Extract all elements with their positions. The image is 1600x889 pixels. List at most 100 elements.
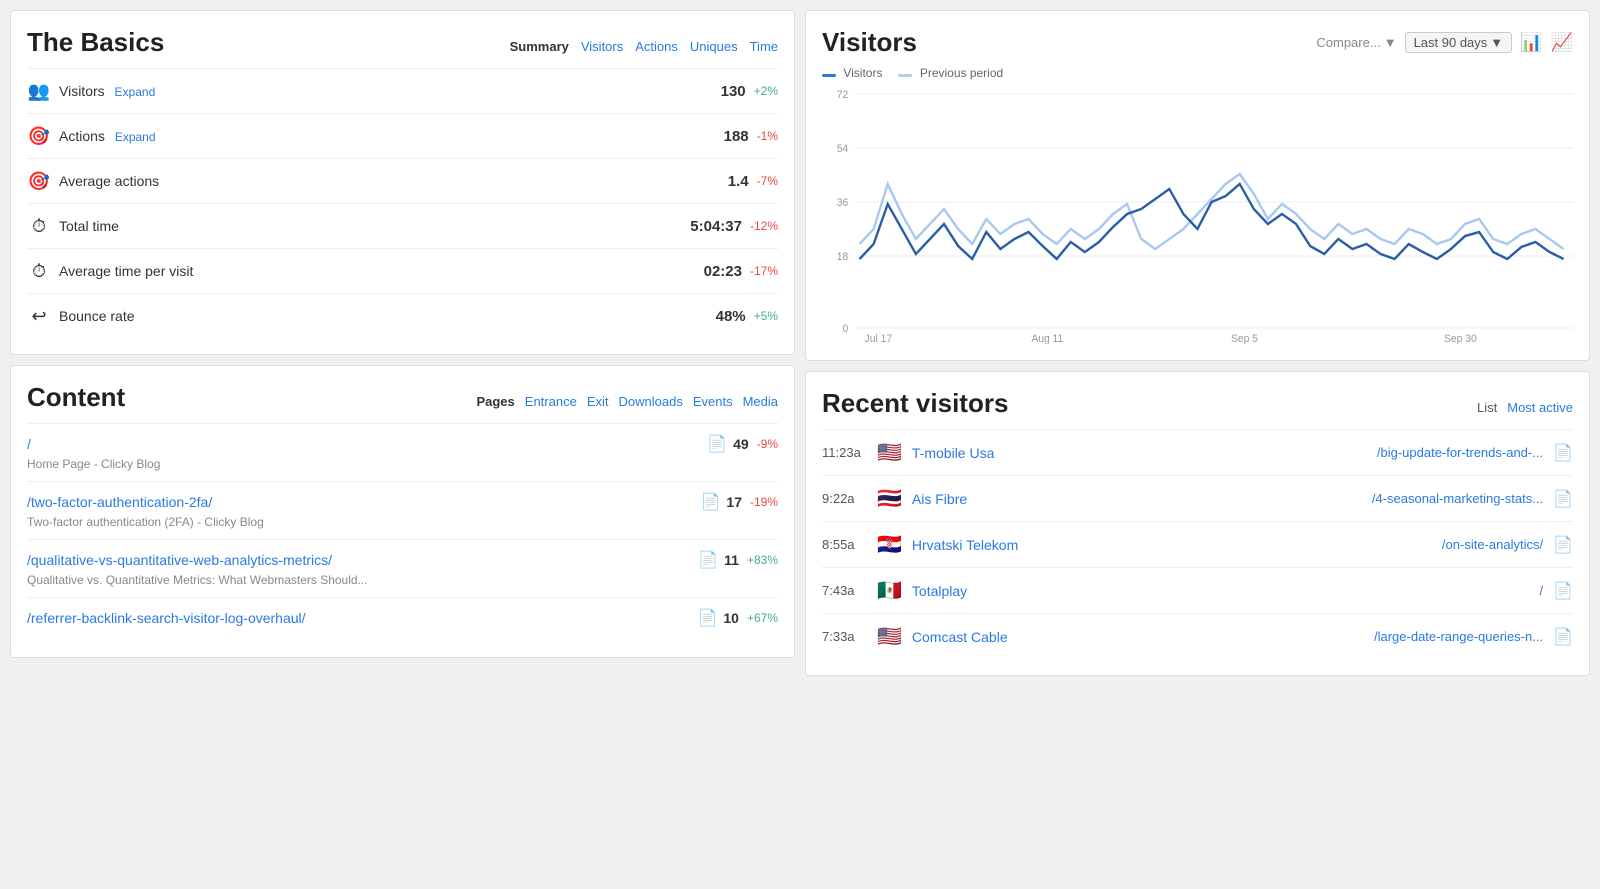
total-time-icon: ⏱ [27,214,51,238]
basics-value-actions: 188 [724,128,749,145]
avg-actions-icon: 🎯 [27,169,51,193]
legend-previous-item: Previous period [898,66,1003,80]
visitor-page-2[interactable]: /on-site-analytics/ [1442,537,1543,552]
visitor-row-3: 7:43a 🇲🇽 Totalplay / 📄 [822,567,1573,613]
recent-visitors-title: Recent visitors [822,388,1008,419]
basics-label-avg-actions: Average actions [59,173,728,189]
basics-row-avg-actions: 🎯 Average actions 1.4 -7% [27,158,778,203]
basics-tabs: Summary Visitors Actions Uniques Time [510,39,778,54]
actions-expand[interactable]: Expand [115,130,156,144]
basics-value-avg-actions: 1.4 [728,173,749,190]
actions-icon: 🎯 [27,124,51,148]
visitor-time-2: 8:55a [822,537,867,552]
content-count-2: 11 [724,552,739,568]
basics-value-bounce: 48% [716,308,746,325]
basics-change-visitors: +2% [754,84,778,98]
content-change-0: -9% [757,437,778,451]
tab-most-active[interactable]: Most active [1507,400,1573,415]
svg-text:72: 72 [837,89,849,101]
content-link-3[interactable]: /referrer-backlink-search-visitor-log-ov… [27,610,697,626]
content-row-3: /referrer-backlink-search-visitor-log-ov… [27,597,778,641]
basics-change-bounce: +5% [754,309,778,323]
tab-actions[interactable]: Actions [635,39,678,54]
visitor-time-4: 7:33a [822,629,867,644]
basics-value-visitors: 130 [721,83,746,100]
tab-summary[interactable]: Summary [510,39,569,54]
visitor-isp-2[interactable]: Hrvatski Telekom [912,537,1432,553]
bar-chart-icon[interactable]: 📈 [1551,32,1573,53]
tab-visitors[interactable]: Visitors [581,39,623,54]
visitor-action-icon-2: 📄 [1553,535,1573,555]
visitor-page-3[interactable]: / [1539,583,1543,598]
content-row-0: / 📄 49 -9% Home Page - Clicky Blog [27,423,778,481]
content-change-1: -19% [750,495,778,509]
content-link-2[interactable]: /qualitative-vs-quantitative-web-analyti… [27,552,698,568]
compare-chevron-icon: ▼ [1384,35,1397,50]
basics-label-actions: Actions Expand [59,128,724,144]
content-change-2: +83% [747,553,778,567]
right-column: Visitors Compare... ▼ Last 90 days ▼ 📊 📈 [805,10,1590,676]
content-change-3: +67% [747,611,778,625]
content-count-1: 17 [726,494,742,510]
basics-row-bounce: ↩ Bounce rate 48% +5% [27,293,778,338]
visitor-action-icon-4: 📄 [1553,627,1573,647]
basics-change-avg-time: -17% [750,264,778,278]
content-count-0: 49 [733,436,749,452]
svg-text:Aug 11: Aug 11 [1031,333,1063,344]
page-icon-0: 📄 [707,434,727,454]
basics-label-visitors: Visitors Expand [59,83,721,99]
visitor-page-1[interactable]: /4-seasonal-marketing-stats... [1372,491,1543,506]
visitor-page-4[interactable]: /large-date-range-queries-n... [1374,629,1543,644]
tab-list[interactable]: List [1477,400,1497,415]
tab-media[interactable]: Media [743,394,778,409]
tab-pages[interactable]: Pages [476,394,514,409]
page-icon-3: 📄 [697,608,717,628]
svg-text:Sep 30: Sep 30 [1444,333,1477,344]
content-link-0[interactable]: / [27,436,707,452]
visitor-isp-1[interactable]: Ais Fibre [912,491,1362,507]
content-row-1: /two-factor-authentication-2fa/ 📄 17 -19… [27,481,778,539]
legend-visitors-item: Visitors [822,66,882,80]
visitor-action-icon-0: 📄 [1553,443,1573,463]
svg-text:18: 18 [837,251,849,263]
content-link-1[interactable]: /two-factor-authentication-2fa/ [27,494,700,510]
compare-button[interactable]: Compare... ▼ [1316,35,1396,50]
chart-area: 72 54 36 18 0 Jul 17 [822,84,1573,344]
visitor-action-icon-3: 📄 [1553,581,1573,601]
tab-uniques[interactable]: Uniques [690,39,738,54]
visitor-isp-3[interactable]: Totalplay [912,583,1530,599]
visitor-isp-4[interactable]: Comcast Cable [912,629,1364,645]
chart-legend: Visitors Previous period [822,66,1573,80]
tab-events[interactable]: Events [693,394,733,409]
tab-entrance[interactable]: Entrance [525,394,577,409]
visitor-page-0[interactable]: /big-update-for-trends-and-... [1377,445,1543,460]
svg-text:36: 36 [837,197,849,209]
tab-exit[interactable]: Exit [587,394,609,409]
content-title: Content [27,382,125,413]
basics-label-bounce: Bounce rate [59,308,716,324]
content-count-3: 10 [723,610,739,626]
visitor-isp-0[interactable]: T-mobile Usa [912,445,1367,461]
basics-label-avg-time: Average time per visit [59,263,704,279]
content-subtitle-2: Qualitative vs. Quantitative Metrics: Wh… [27,573,778,587]
visitor-row-4: 7:33a 🇺🇸 Comcast Cable /large-date-range… [822,613,1573,659]
basics-label-total-time: Total time [59,218,690,234]
basics-change-total-time: -12% [750,219,778,233]
visitor-time-0: 11:23a [822,445,867,460]
content-subtitle-0: Home Page - Clicky Blog [27,457,778,471]
avg-time-icon: ⏱ [27,259,51,283]
visitor-row-2: 8:55a 🇭🇷 Hrvatski Telekom /on-site-analy… [822,521,1573,567]
period-button[interactable]: Last 90 days ▼ [1405,32,1513,53]
visitors-expand[interactable]: Expand [115,85,156,99]
content-panel: Content Pages Entrance Exit Downloads Ev… [10,365,795,658]
content-header: Content Pages Entrance Exit Downloads Ev… [27,382,778,413]
period-chevron-icon: ▼ [1490,35,1503,50]
visitor-flag-3: 🇲🇽 [877,578,902,603]
export-icon[interactable]: 📊 [1520,32,1542,53]
basics-header: The Basics Summary Visitors Actions Uniq… [27,27,778,58]
visitors-chart-title: Visitors [822,27,917,58]
tab-time[interactable]: Time [750,39,778,54]
legend-visitors-dot [822,74,836,77]
tab-downloads[interactable]: Downloads [619,394,683,409]
content-subtitle-1: Two-factor authentication (2FA) - Clicky… [27,515,778,529]
